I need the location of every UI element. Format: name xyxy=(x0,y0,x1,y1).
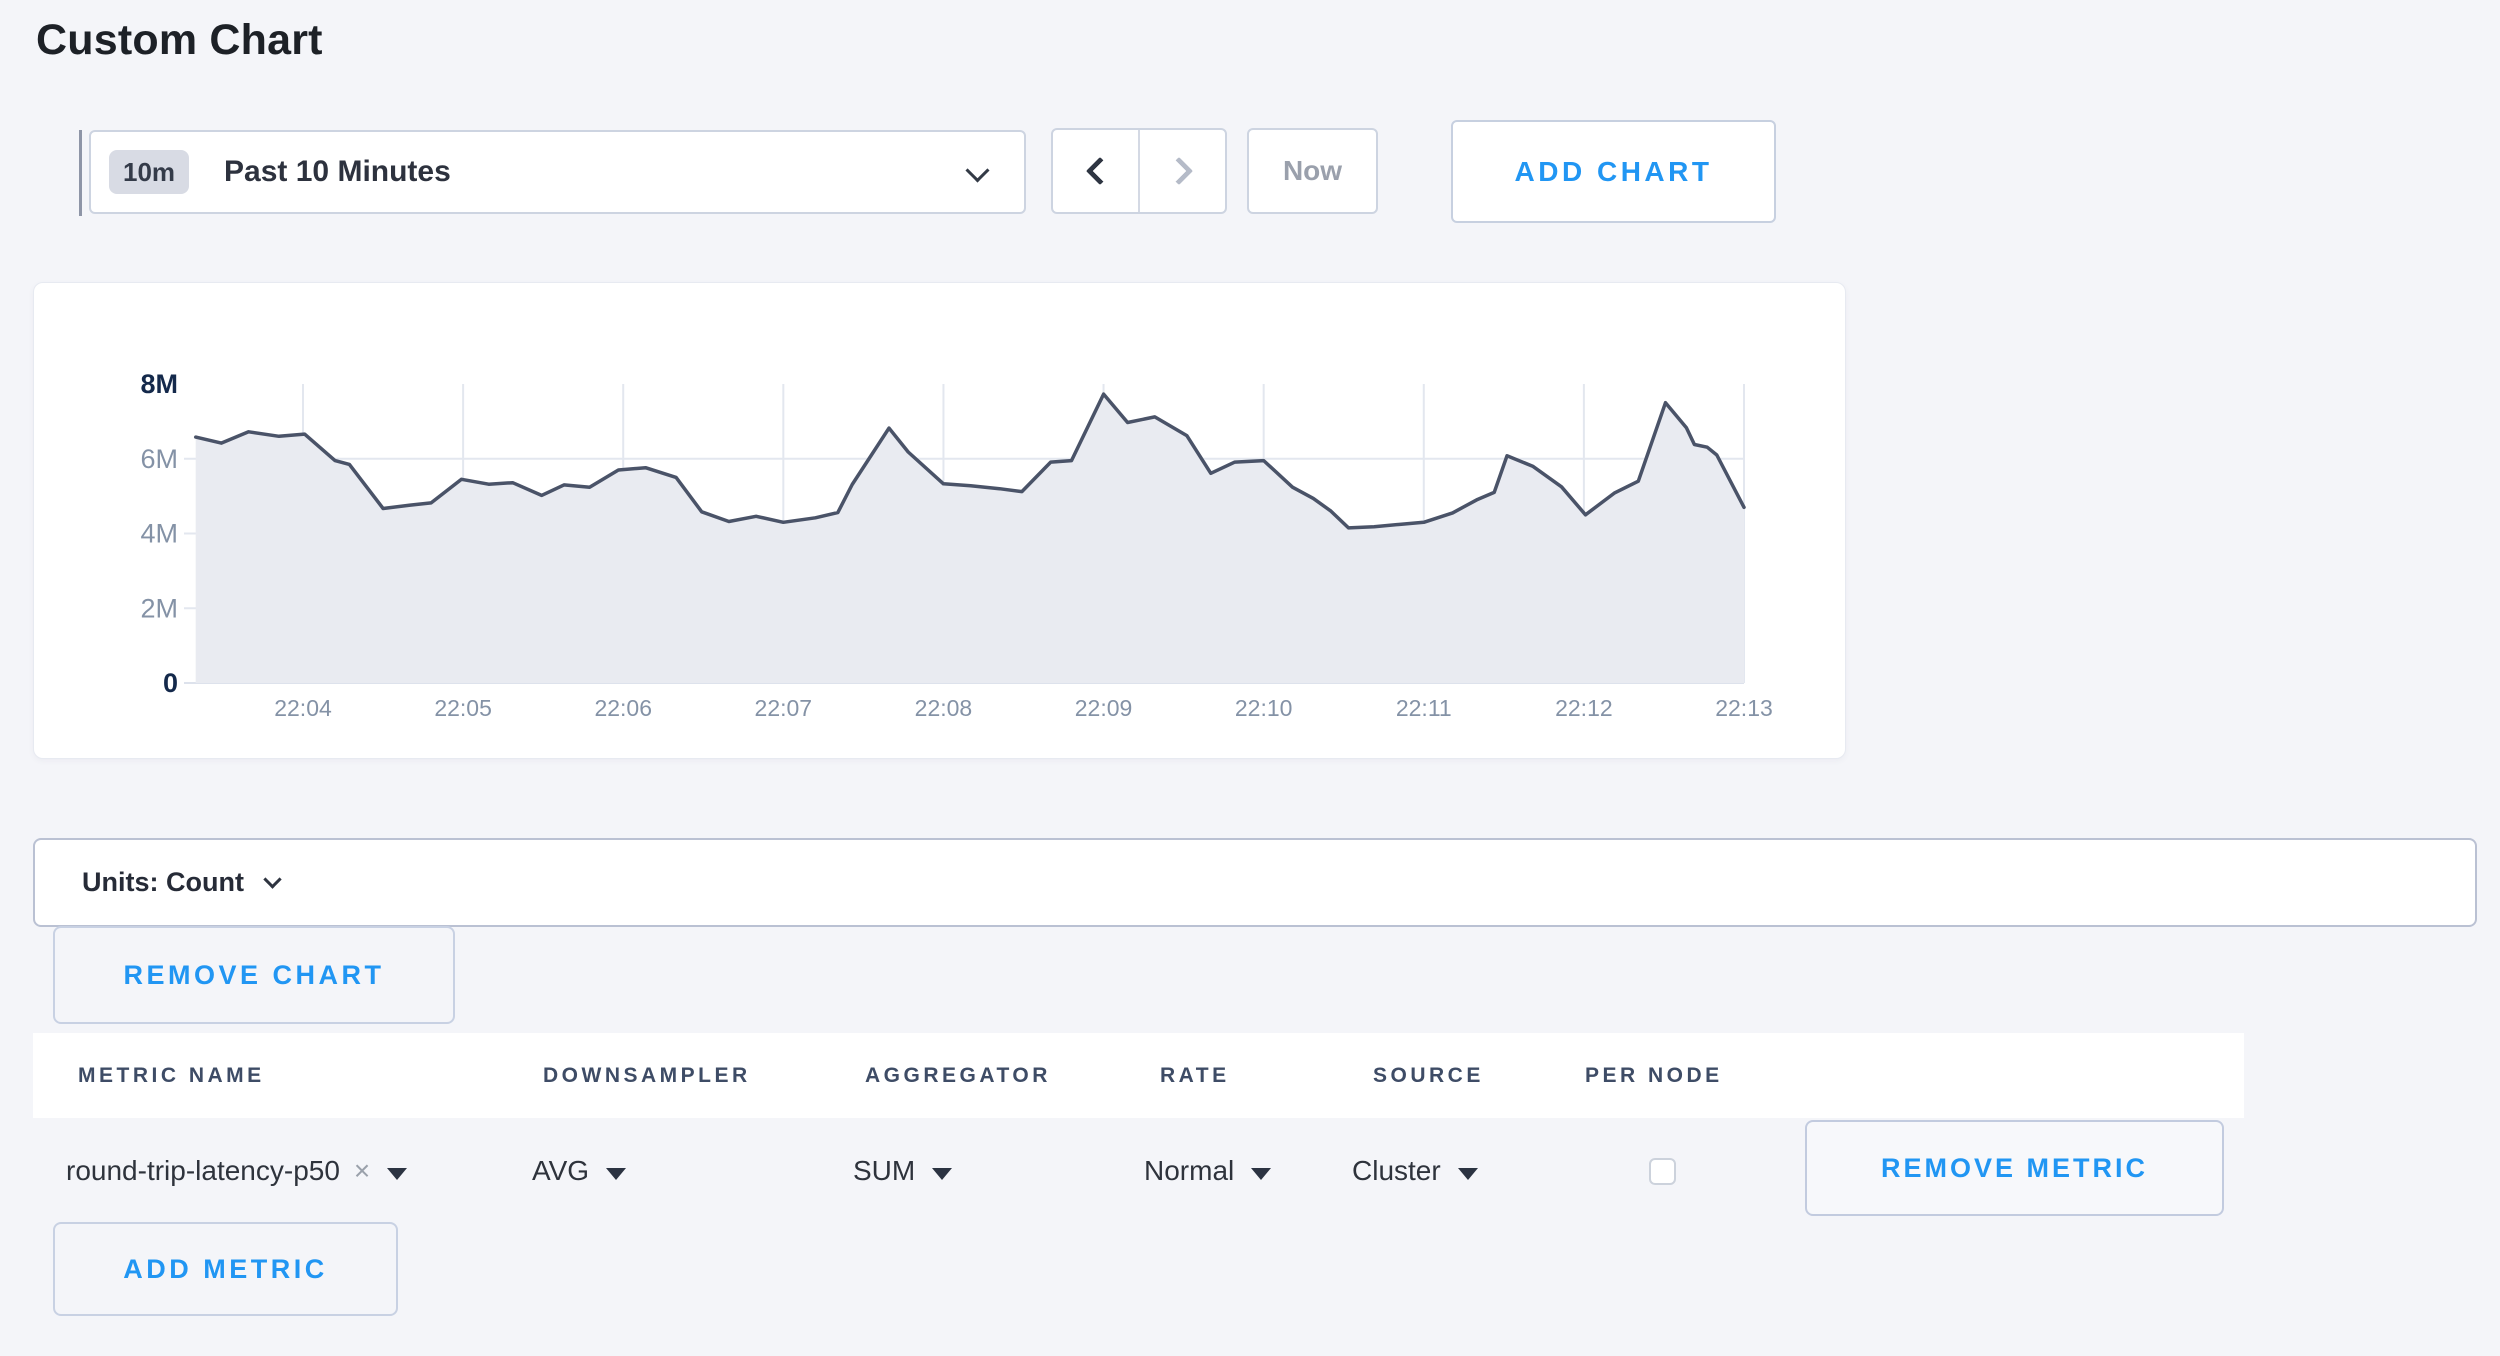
header-downsampler: DOWNSAMPLER xyxy=(543,1064,751,1088)
svg-text:2M: 2M xyxy=(140,593,178,623)
time-range-label: Past 10 Minutes xyxy=(224,155,451,189)
svg-text:22:09: 22:09 xyxy=(1075,695,1133,721)
svg-text:22:13: 22:13 xyxy=(1715,695,1773,721)
svg-text:22:05: 22:05 xyxy=(434,695,492,721)
header-source: SOURCE xyxy=(1373,1064,1484,1088)
chevron-left-icon xyxy=(1085,157,1113,185)
aggregator-value: SUM xyxy=(853,1155,915,1187)
chevron-right-icon xyxy=(1164,157,1192,185)
svg-text:22:11: 22:11 xyxy=(1396,695,1452,721)
svg-text:8M: 8M xyxy=(140,369,178,399)
page-title: Custom Chart xyxy=(36,16,323,65)
remove-chart-button[interactable]: REMOVE CHART xyxy=(53,926,455,1024)
chart-card: 0 2M 4M 6M 8M 22:04 22:05 22:06 22:07 22:08 22:09 2… xyxy=(33,282,1846,759)
svg-text:22:10: 22:10 xyxy=(1235,695,1293,721)
header-metric-name: METRIC NAME xyxy=(78,1064,265,1088)
timeseries-area-chart: 0 2M 4M 6M 8M 22:04 22:05 22:06 22:07 22:08 22:09 2… xyxy=(34,283,1845,763)
per-node-checkbox[interactable] xyxy=(1649,1158,1676,1185)
drag-handle-bar xyxy=(79,130,82,216)
metric-table-header: METRIC NAME DOWNSAMPLER AGGREGATOR RATE … xyxy=(33,1033,2244,1118)
chevron-down-icon xyxy=(965,158,989,182)
rate-dropdown[interactable]: Normal xyxy=(1144,1146,1271,1196)
caret-down-icon xyxy=(606,1168,626,1180)
downsampler-dropdown[interactable]: AVG xyxy=(532,1146,626,1196)
svg-text:4M: 4M xyxy=(140,519,178,549)
header-aggregator: AGGREGATOR xyxy=(865,1064,1051,1088)
caret-down-icon xyxy=(387,1168,407,1180)
header-rate: RATE xyxy=(1160,1064,1230,1088)
header-per-node: PER NODE xyxy=(1585,1064,1723,1088)
custom-chart-page: Custom Chart 10m Past 10 Minutes Now ADD… xyxy=(0,0,2500,1356)
next-time-button[interactable] xyxy=(1140,130,1225,212)
add-chart-button[interactable]: ADD CHART xyxy=(1451,120,1776,223)
downsampler-value: AVG xyxy=(532,1155,589,1187)
svg-text:0: 0 xyxy=(163,668,178,698)
source-dropdown[interactable]: Cluster xyxy=(1352,1146,1478,1196)
caret-down-icon xyxy=(932,1168,952,1180)
units-label: Units: Count xyxy=(82,867,244,898)
svg-text:22:04: 22:04 xyxy=(274,695,332,721)
now-button[interactable]: Now xyxy=(1247,128,1378,214)
time-range-badge: 10m xyxy=(109,150,189,194)
add-metric-button[interactable]: ADD METRIC xyxy=(53,1222,398,1316)
svg-text:22:06: 22:06 xyxy=(594,695,652,721)
caret-down-icon xyxy=(1251,1168,1271,1180)
svg-text:22:08: 22:08 xyxy=(915,695,973,721)
remove-metric-button[interactable]: REMOVE METRIC xyxy=(1805,1120,2224,1216)
remove-tag-icon[interactable]: × xyxy=(354,1155,370,1187)
svg-text:22:12: 22:12 xyxy=(1555,695,1613,721)
source-value: Cluster xyxy=(1352,1155,1441,1187)
time-range-select[interactable]: 10m Past 10 Minutes xyxy=(89,130,1026,214)
svg-text:22:07: 22:07 xyxy=(755,695,813,721)
metric-name-dropdown[interactable]: round-trip-latency-p50 × xyxy=(66,1146,407,1196)
aggregator-dropdown[interactable]: SUM xyxy=(853,1146,952,1196)
prev-time-button[interactable] xyxy=(1053,130,1140,212)
chevron-down-icon xyxy=(263,870,281,888)
rate-value: Normal xyxy=(1144,1155,1234,1187)
time-nav-group xyxy=(1051,128,1227,214)
units-select[interactable]: Units: Count xyxy=(33,838,2477,927)
metric-name-value: round-trip-latency-p50 xyxy=(66,1155,340,1187)
caret-down-icon xyxy=(1458,1168,1478,1180)
svg-text:6M: 6M xyxy=(140,444,178,474)
